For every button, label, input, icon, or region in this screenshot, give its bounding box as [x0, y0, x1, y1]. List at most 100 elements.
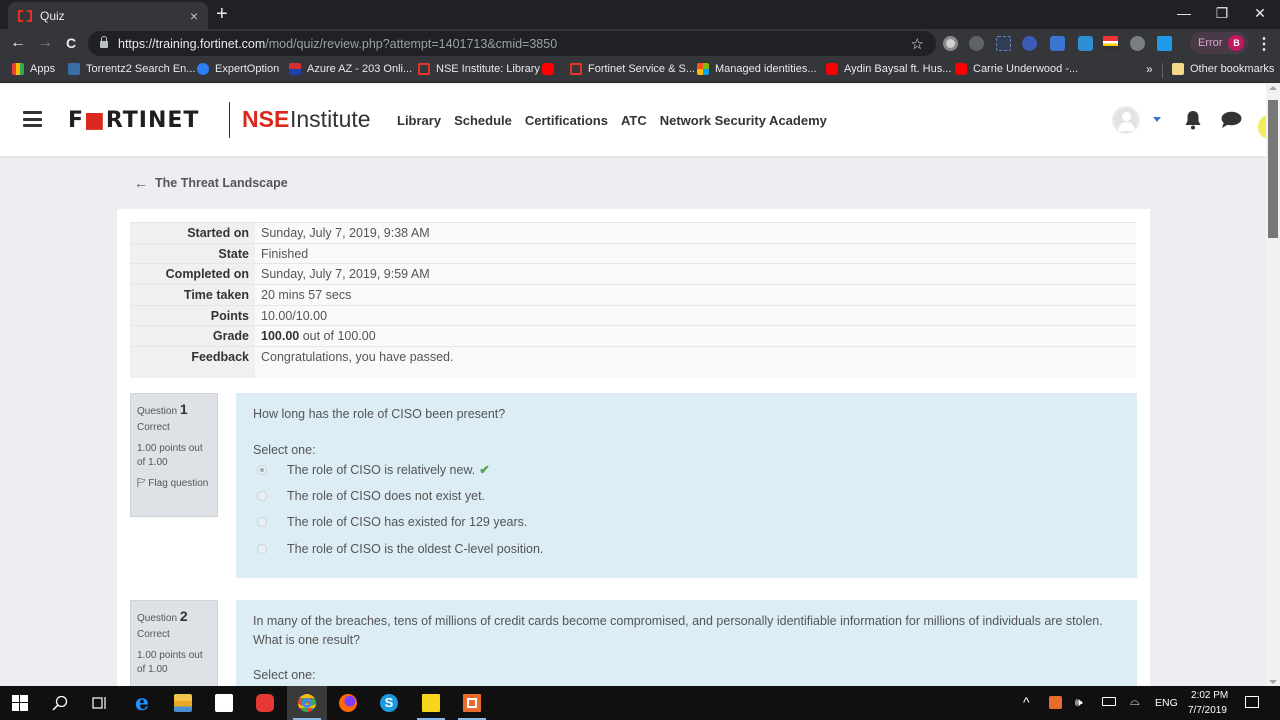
- youtube-icon: [955, 63, 967, 75]
- browser-menu-icon[interactable]: ⋮: [1256, 34, 1272, 54]
- question-text: In many of the breaches, tens of million…: [253, 614, 1103, 647]
- answer-option[interactable]: The role of CISO has existed for 129 yea…: [253, 509, 1120, 535]
- bookmark-expertoption[interactable]: ExpertOption: [197, 63, 279, 75]
- recorder-icon: [463, 694, 481, 712]
- bookmark-apps[interactable]: Apps: [12, 63, 55, 75]
- expertoption-icon: [197, 63, 209, 75]
- forward-button[interactable]: →: [34, 33, 56, 53]
- scrollbar-thumb[interactable]: [1268, 100, 1278, 238]
- taskbar-chrome[interactable]: [287, 686, 327, 720]
- bookmark-carrie-underwood[interactable]: Carrie Underwood -...: [955, 63, 1078, 75]
- profile-button[interactable]: Error B: [1190, 32, 1248, 54]
- other-bookmarks[interactable]: Other bookmarks: [1172, 63, 1274, 75]
- back-button[interactable]: ←: [7, 33, 29, 53]
- new-tab-button[interactable]: +: [216, 3, 228, 25]
- nav-atc[interactable]: ATC: [621, 113, 647, 128]
- answer-option[interactable]: The role of CISO is relatively new. ✔: [253, 457, 1120, 483]
- chat-bubble-icon[interactable]: [1221, 111, 1242, 129]
- breadcrumb-back-link[interactable]: ← The Threat Landscape: [134, 175, 288, 191]
- nav-network-security-academy[interactable]: Network Security Academy: [660, 113, 827, 128]
- close-window-button[interactable]: ✕: [1240, 2, 1280, 24]
- browser-tab-quiz[interactable]: Quiz ×: [8, 2, 208, 29]
- maximize-button[interactable]: ❐: [1202, 2, 1242, 24]
- user-menu-caret-icon[interactable]: [1153, 117, 1161, 122]
- bell-icon[interactable]: [1184, 110, 1202, 130]
- taskbar-screen-recorder[interactable]: [452, 686, 492, 720]
- reload-button[interactable]: C: [60, 33, 82, 53]
- scroll-down-icon[interactable]: [1269, 680, 1277, 684]
- taskbar-sticky-notes[interactable]: [411, 686, 451, 720]
- download-arrow-extension-icon[interactable]: [1157, 36, 1172, 51]
- clock-time[interactable]: 2:02 PM: [1191, 690, 1228, 701]
- question-state: Correct: [137, 629, 170, 640]
- flag-extension-icon[interactable]: [1103, 36, 1118, 51]
- search-button[interactable]: [40, 686, 80, 720]
- wifi-icon[interactable]: ⌓: [1130, 694, 1140, 709]
- bookmark-label: Other bookmarks: [1190, 63, 1275, 75]
- download-box-extension-icon[interactable]: [996, 36, 1011, 51]
- question-text: How long has the role of CISO been prese…: [253, 407, 506, 421]
- fortinet-logo[interactable]: F■RTINET: [68, 108, 199, 133]
- task-view-icon: [92, 697, 106, 709]
- camera-app-icon: [256, 694, 274, 712]
- start-button[interactable]: [0, 686, 40, 720]
- taskbar-store[interactable]: [204, 686, 244, 720]
- taskbar-firefox[interactable]: [328, 686, 368, 720]
- taskbar-skype[interactable]: S: [369, 686, 409, 720]
- tray-recorder-icon[interactable]: [1049, 696, 1062, 709]
- bookmark-youtube[interactable]: [542, 63, 560, 75]
- extension-badge-2-green-icon[interactable]: [1078, 36, 1093, 51]
- question-number: Question 1: [137, 401, 188, 417]
- tab-close-icon[interactable]: ×: [190, 8, 198, 24]
- user-avatar[interactable]: [1112, 106, 1140, 134]
- page-scrollbar[interactable]: [1266, 84, 1280, 686]
- radio-button[interactable]: [257, 543, 267, 554]
- address-bar[interactable]: https://training.fortinet.com/mod/quiz/r…: [88, 31, 936, 56]
- download-circle-extension-icon[interactable]: [1130, 36, 1145, 51]
- nse-logo-text[interactable]: NSE: [242, 106, 289, 133]
- radio-button[interactable]: [257, 464, 267, 475]
- nav-certifications[interactable]: Certifications: [525, 113, 608, 128]
- hamburger-menu-icon[interactable]: [23, 111, 42, 127]
- bookmark-managed-identities[interactable]: Managed identities...: [697, 63, 817, 75]
- bookmark-label: Managed identities...: [715, 63, 817, 75]
- taskbar-file-explorer[interactable]: [163, 686, 203, 720]
- cloud-extension-icon[interactable]: [969, 36, 984, 51]
- answer-option[interactable]: The role of CISO is the oldest C-level p…: [253, 535, 1120, 561]
- bookmark-label: Azure AZ - 203 Onli...: [307, 63, 413, 75]
- institute-logo-text[interactable]: Institute: [290, 106, 371, 133]
- scroll-up-icon[interactable]: [1269, 86, 1277, 90]
- volume-icon[interactable]: 🕪︎: [1075, 695, 1083, 710]
- nav-schedule[interactable]: Schedule: [454, 113, 512, 128]
- battery-icon[interactable]: [1102, 697, 1116, 706]
- bookmark-aydin-baysal[interactable]: Aydin Baysal ft. Hus...: [826, 63, 951, 75]
- flag-question-button[interactable]: 🏱︎ Flag question: [137, 477, 211, 491]
- radio-button[interactable]: [257, 517, 267, 528]
- grade-value: 100.00: [261, 329, 300, 344]
- bookmark-star-icon[interactable]: ☆: [911, 35, 924, 53]
- tray-overflow-icon[interactable]: ^: [1023, 694, 1030, 710]
- answer-option[interactable]: The role of CISO does not exist yet.: [253, 483, 1120, 509]
- select-one-prompt: Select one:: [253, 668, 316, 682]
- taskbar-edge[interactable]: e: [122, 686, 162, 720]
- task-view-button[interactable]: [80, 686, 120, 720]
- extension-badge-2-blue-icon[interactable]: [1050, 36, 1065, 51]
- chevron-extension-icon[interactable]: [1022, 36, 1037, 51]
- browser-tabstrip: Quiz × + — ❐ ✕: [0, 0, 1280, 29]
- bookmark-azure[interactable]: Azure AZ - 203 Onli...: [289, 63, 412, 75]
- nav-library[interactable]: Library: [397, 113, 441, 128]
- torrentz-icon: [68, 63, 80, 75]
- bookmarks-overflow-button[interactable]: »: [1146, 62, 1153, 76]
- extension-icon-1[interactable]: [943, 36, 958, 51]
- bookmark-fortinet-service[interactable]: Fortinet Service & S...: [570, 63, 695, 75]
- bookmark-nse-library[interactable]: NSE Institute: Library: [418, 63, 540, 75]
- radio-button[interactable]: [257, 490, 267, 501]
- attempt-summary-table: Started on Sunday, July 7, 2019, 9:38 AM …: [130, 222, 1136, 378]
- bookmark-torrentz[interactable]: Torrentz2 Search En...: [68, 63, 195, 75]
- clock-date[interactable]: 7/7/2019: [1188, 705, 1227, 716]
- language-indicator[interactable]: ENG: [1155, 697, 1178, 709]
- action-center-icon[interactable]: [1245, 696, 1259, 708]
- minimize-button[interactable]: —: [1164, 2, 1204, 24]
- taskbar-app-red[interactable]: [245, 686, 285, 720]
- flag-icon: 🏱︎: [137, 478, 146, 489]
